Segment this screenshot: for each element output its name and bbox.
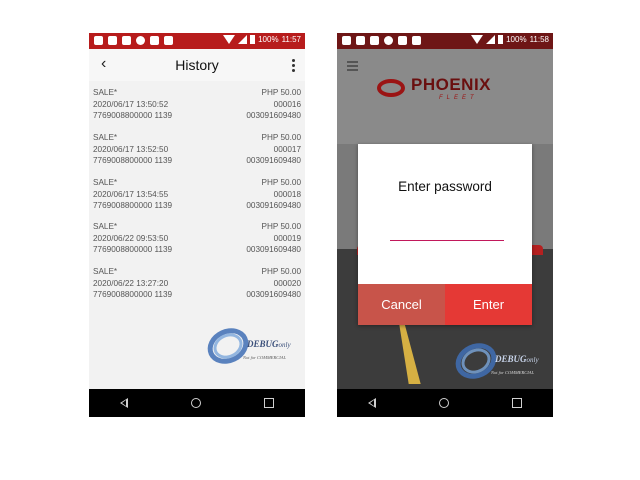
signal-icon bbox=[486, 35, 496, 44]
logo-tag: FLEET bbox=[439, 95, 478, 101]
list-item[interactable]: SALE* PHP 50.00 2020/06/17 13:50:52 000016… bbox=[93, 87, 301, 122]
notification-icons bbox=[94, 36, 173, 45]
dialog-title: Enter password bbox=[398, 179, 492, 194]
wifi-icon bbox=[471, 35, 484, 44]
clock: 11:57 bbox=[281, 35, 301, 44]
transaction-terminal: 003091609480 bbox=[246, 156, 301, 165]
debug-watermark: DEBUGonly Not for COMMERCIAL bbox=[201, 321, 305, 371]
transaction-terminal: 003091609480 bbox=[246, 201, 301, 210]
card-icon bbox=[412, 36, 421, 45]
transaction-amount: PHP 50.00 bbox=[261, 88, 301, 97]
transaction-amount: PHP 50.00 bbox=[261, 178, 301, 187]
recents-icon[interactable] bbox=[511, 398, 522, 408]
transaction-terminal: 003091609480 bbox=[246, 290, 301, 299]
logo-name: PHOENIX bbox=[411, 75, 492, 94]
image-icon bbox=[356, 36, 365, 45]
debug-subtext: Not for COMMERCIAL bbox=[491, 370, 535, 375]
transaction-type: SALE* bbox=[93, 133, 118, 142]
transaction-amount: PHP 50.00 bbox=[261, 133, 301, 142]
transaction-card: 7769008800000 1139 bbox=[93, 111, 173, 120]
status-bar: 100% 11:58 bbox=[337, 33, 553, 49]
navigation-bar bbox=[89, 389, 305, 417]
transaction-card: 7769008800000 1139 bbox=[93, 245, 173, 254]
mute-icon bbox=[398, 36, 407, 45]
transaction-list: SALE* PHP 50.00 2020/06/17 13:50:52 000016… bbox=[89, 81, 305, 389]
notification-icon bbox=[94, 36, 103, 45]
list-item[interactable]: SALE* PHP 50.00 2020/06/17 13:54:55 000018… bbox=[93, 177, 301, 212]
debug-watermark: DEBUGonly Not for COMMERCIAL bbox=[449, 336, 553, 386]
transaction-ref: 000018 bbox=[273, 189, 301, 199]
transaction-type: SALE* bbox=[93, 267, 118, 276]
phone-history-screen: 100% 11:57 ‹ History SALE* PHP 50.00 2020… bbox=[89, 33, 305, 417]
cancel-button[interactable]: Cancel bbox=[358, 284, 445, 325]
circle-icon bbox=[384, 36, 393, 45]
transaction-ref: 000019 bbox=[273, 233, 301, 243]
wifi-icon bbox=[223, 35, 236, 44]
debug-text: DEBUG bbox=[247, 339, 279, 349]
clock: 11:58 bbox=[529, 35, 549, 44]
notification-icon bbox=[342, 36, 351, 45]
debug-suffix: only bbox=[278, 341, 291, 349]
password-input[interactable] bbox=[390, 224, 504, 241]
phoenix-swirl-icon bbox=[377, 79, 405, 97]
transaction-ref: 000017 bbox=[273, 144, 301, 154]
debug-suffix: only bbox=[526, 356, 539, 364]
transaction-datetime: 2020/06/17 13:52:50 bbox=[93, 144, 169, 154]
battery-percent: 100% bbox=[506, 35, 527, 44]
transaction-card: 7769008800000 1139 bbox=[93, 156, 173, 165]
signal-icon bbox=[238, 35, 248, 44]
transaction-datetime: 2020/06/22 09:53:50 bbox=[93, 233, 169, 243]
transaction-type: SALE* bbox=[93, 88, 118, 97]
debug-subtext: Not for COMMERCIAL bbox=[243, 355, 287, 360]
home-icon[interactable] bbox=[438, 398, 449, 408]
phoenix-fleet-logo: PHOENIX FLEET bbox=[377, 75, 512, 105]
app-background: PHOENIX FLEET DEBUGonly Not for COMMERCI… bbox=[337, 49, 553, 389]
battery-icon bbox=[250, 35, 256, 44]
transaction-type: SALE* bbox=[93, 222, 118, 231]
transaction-amount: PHP 50.00 bbox=[261, 222, 301, 231]
transaction-ref: 000020 bbox=[273, 278, 301, 288]
list-item[interactable]: SALE* PHP 50.00 2020/06/22 13:27:20 000020… bbox=[93, 266, 301, 301]
status-bar: 100% 11:57 bbox=[89, 33, 305, 49]
transaction-card: 7769008800000 1139 bbox=[93, 201, 173, 210]
app-bar: ‹ History bbox=[89, 49, 305, 81]
transaction-terminal: 003091609480 bbox=[246, 245, 301, 254]
transaction-datetime: 2020/06/17 13:54:55 bbox=[93, 189, 169, 199]
card-icon bbox=[164, 36, 173, 45]
transaction-terminal: 003091609480 bbox=[246, 111, 301, 120]
password-dialog: Enter password Cancel Enter bbox=[358, 144, 532, 325]
list-item[interactable]: SALE* PHP 50.00 2020/06/22 09:53:50 000019… bbox=[93, 221, 301, 256]
recents-icon[interactable] bbox=[263, 398, 274, 408]
mute-icon bbox=[150, 36, 159, 45]
more-options-icon[interactable] bbox=[292, 59, 295, 74]
image-icon bbox=[108, 36, 117, 45]
battery-percent: 100% bbox=[258, 35, 279, 44]
menu-icon[interactable] bbox=[347, 61, 358, 73]
transaction-ref: 000016 bbox=[273, 99, 301, 109]
enter-button[interactable]: Enter bbox=[445, 284, 532, 325]
notification-icons bbox=[342, 36, 421, 45]
back-icon[interactable] bbox=[368, 398, 377, 408]
navigation-bar bbox=[337, 389, 553, 417]
home-icon[interactable] bbox=[190, 398, 201, 408]
debug-text: DEBUG bbox=[495, 354, 527, 364]
transaction-datetime: 2020/06/22 13:27:20 bbox=[93, 278, 169, 288]
back-icon[interactable] bbox=[120, 398, 129, 408]
page-title: History bbox=[175, 57, 219, 73]
circle-icon bbox=[136, 36, 145, 45]
list-item[interactable]: SALE* PHP 50.00 2020/06/17 13:52:50 000017… bbox=[93, 132, 301, 167]
n-icon bbox=[370, 36, 379, 45]
transaction-datetime: 2020/06/17 13:50:52 bbox=[93, 99, 169, 109]
transaction-amount: PHP 50.00 bbox=[261, 267, 301, 276]
battery-icon bbox=[498, 35, 504, 44]
transaction-type: SALE* bbox=[93, 178, 118, 187]
transaction-card: 7769008800000 1139 bbox=[93, 290, 173, 299]
n-icon bbox=[122, 36, 131, 45]
phone-password-screen: 100% 11:58 PHOENIX FLEET DEBUGonly Not f… bbox=[337, 33, 553, 417]
